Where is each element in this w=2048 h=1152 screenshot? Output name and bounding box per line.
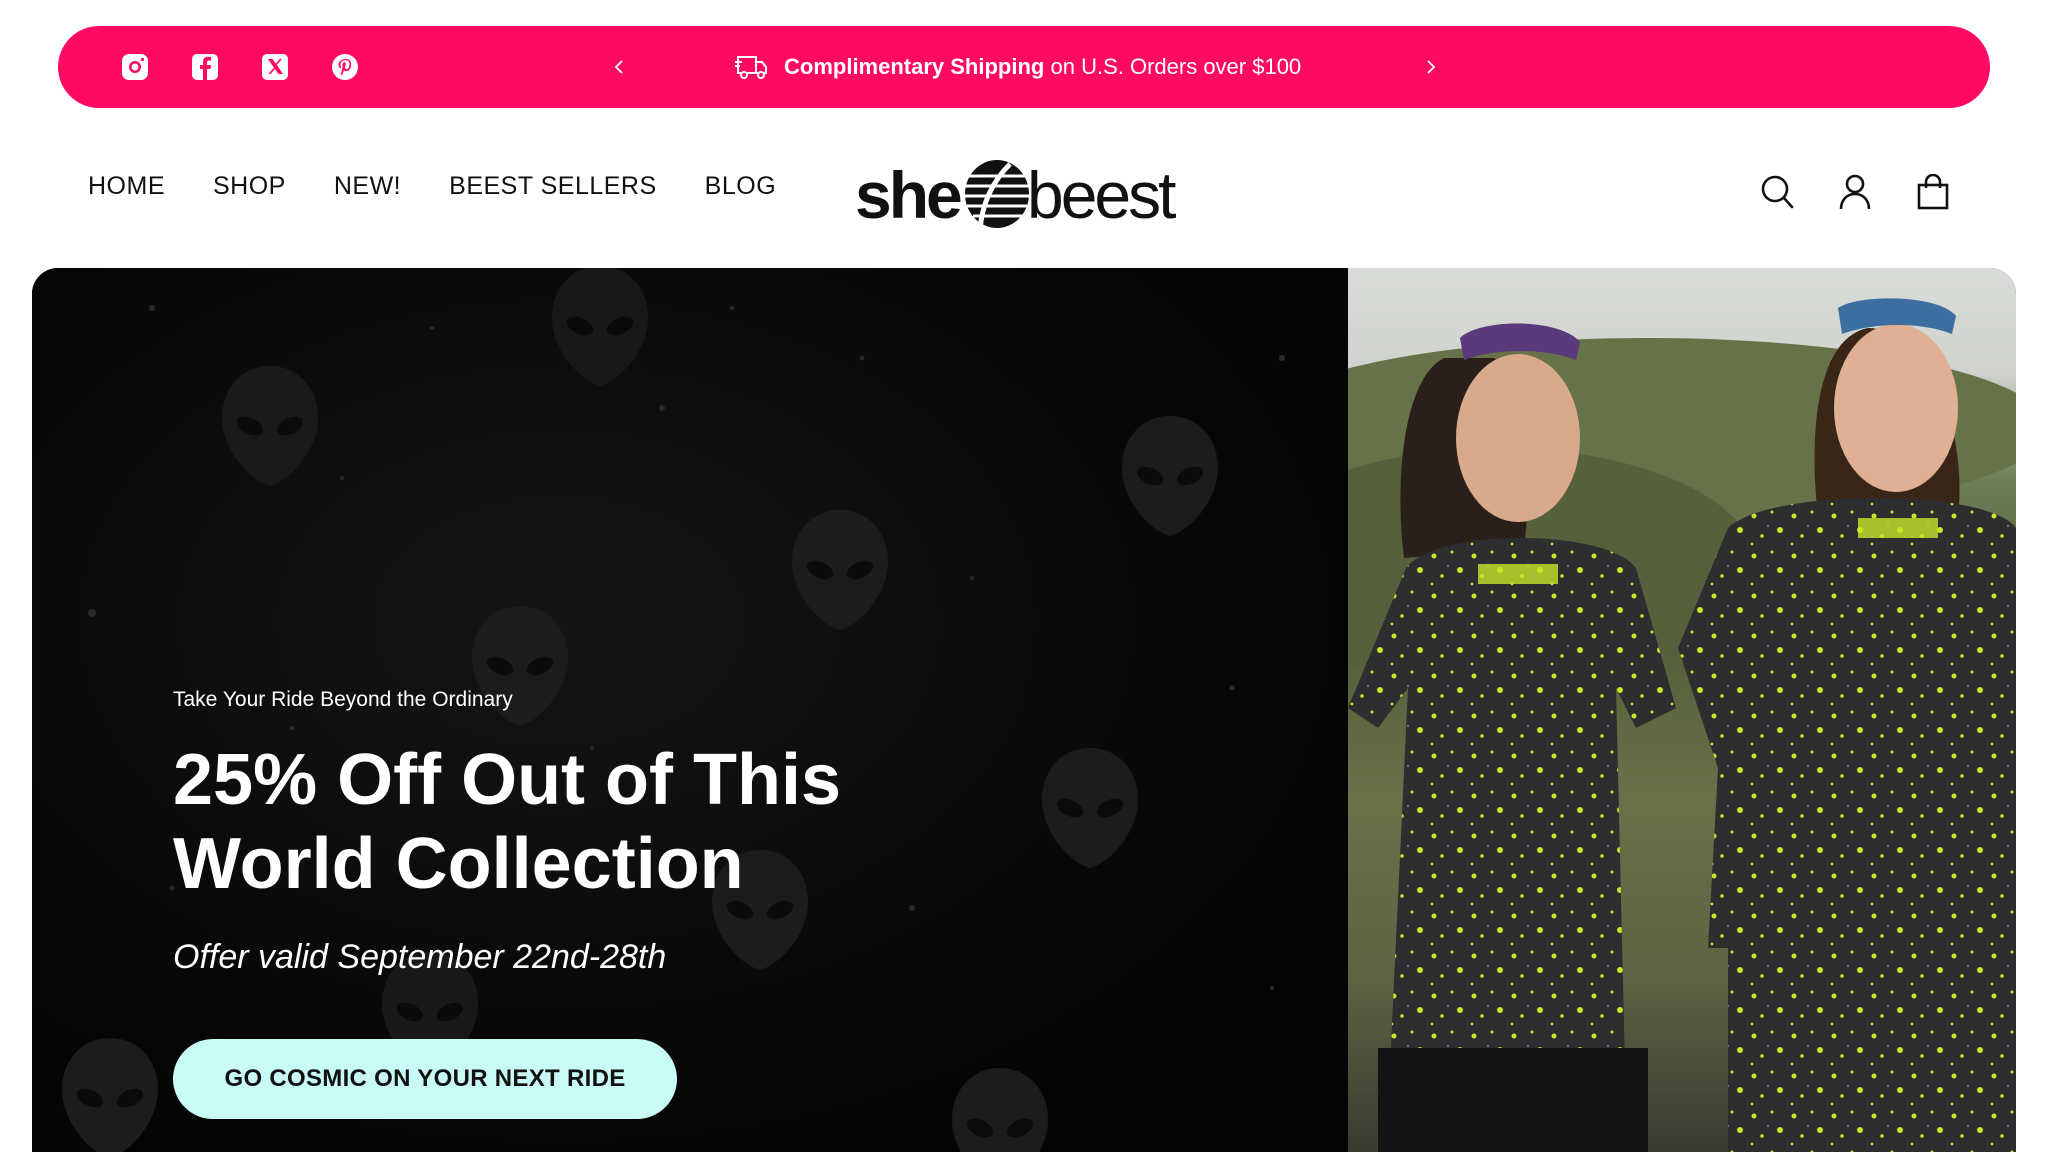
search-icon[interactable] xyxy=(1760,174,1794,210)
shipping-message: Complimentary Shipping on U.S. Orders ov… xyxy=(734,26,1301,108)
main-nav: HOME SHOP NEW! BEEST SELLERS BLOG xyxy=(88,172,776,201)
hero-cta-button[interactable]: GO COSMIC ON YOUR NEXT RIDE xyxy=(173,1039,677,1119)
shipping-rest-text: on U.S. Orders over $100 xyxy=(1050,54,1302,79)
x-twitter-icon[interactable] xyxy=(260,52,290,82)
nav-item-home[interactable]: HOME xyxy=(88,172,165,201)
logo-emblem-icon xyxy=(965,160,1029,231)
nav-item-blog[interactable]: BLOG xyxy=(705,172,776,201)
riders-illustration xyxy=(1238,298,2016,1152)
chevron-right-icon xyxy=(1427,60,1436,74)
shebeest-logo[interactable]: she beest xyxy=(855,156,1195,234)
pinterest-icon[interactable] xyxy=(330,52,360,82)
facebook-icon[interactable] xyxy=(190,52,220,82)
announcement-prev-arrow[interactable] xyxy=(612,26,628,108)
chevron-left-icon xyxy=(614,60,623,74)
shipping-bold-text: Complimentary Shipping xyxy=(784,54,1045,79)
hero-headline: 25% Off Out of This World Collection xyxy=(173,740,842,904)
svg-text:beest: beest xyxy=(1027,158,1176,232)
instagram-icon[interactable] xyxy=(120,52,150,82)
hero-banner: Take Your Ride Beyond the Ordinary 25% O… xyxy=(32,268,2016,1152)
svg-text:she: she xyxy=(855,158,961,232)
cart-icon[interactable] xyxy=(1916,174,1950,210)
nav-item-shop[interactable]: SHOP xyxy=(213,172,286,201)
announcement-next-arrow[interactable] xyxy=(1422,26,1438,108)
nav-item-new[interactable]: NEW! xyxy=(334,172,401,201)
delivery-truck-icon xyxy=(735,56,767,79)
nav-item-beest-sellers[interactable]: BEEST SELLERS xyxy=(449,172,657,201)
hero-photo xyxy=(1238,268,2016,1152)
header-actions xyxy=(1760,174,1950,210)
hero-offer-dates: Offer valid September 22nd-28th xyxy=(173,938,667,976)
hero-eyebrow: Take Your Ride Beyond the Ordinary xyxy=(173,688,513,711)
social-links xyxy=(120,26,360,108)
announcement-bar: Complimentary Shipping on U.S. Orders ov… xyxy=(58,26,1990,108)
account-icon[interactable] xyxy=(1838,174,1872,210)
